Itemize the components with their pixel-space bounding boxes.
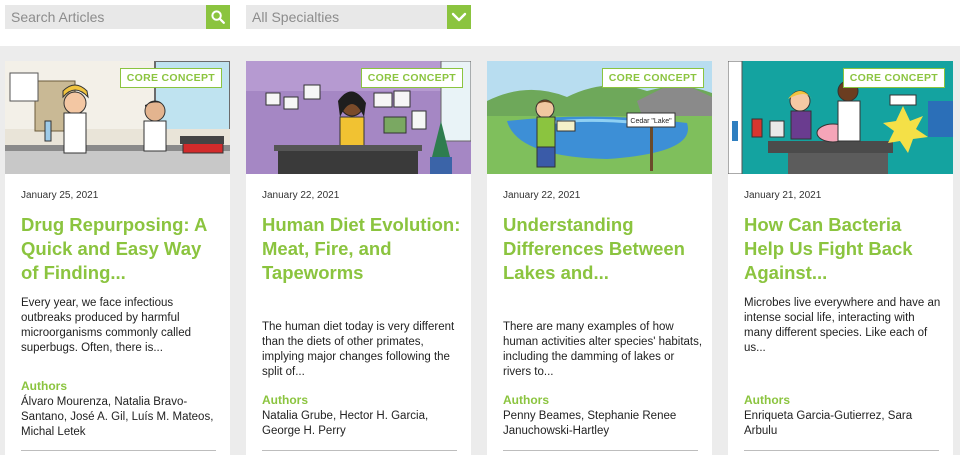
core-concept-badge: CORE CONCEPT	[842, 68, 945, 88]
article-title-link[interactable]: Drug Repurposing: A Quick and Easy Way o…	[21, 213, 221, 285]
article-card[interactable]: CORE CONCEPT January 21, 2021 How Can Ba…	[728, 61, 953, 455]
article-card[interactable]: Cedar "Lake" CORE CONCEPT January 22, 20…	[487, 61, 712, 455]
article-date: January 22, 2021	[503, 190, 581, 201]
card-divider	[262, 450, 457, 451]
core-concept-badge: CORE CONCEPT	[360, 68, 463, 88]
article-title-link[interactable]: Human Diet Evolution: Meat, Fire, and Ta…	[262, 213, 462, 285]
search-input[interactable]	[5, 5, 206, 29]
search-box	[5, 5, 230, 29]
article-authors: Natalia Grube, Hector H. Garcia, George …	[262, 410, 429, 437]
article-title-link[interactable]: How Can Bacteria Help Us Fight Back Agai…	[744, 213, 944, 285]
cedar-lake-sign: Cedar "Lake"	[630, 118, 672, 125]
article-illustration[interactable]: Cedar "Lake" CORE CONCEPT	[487, 61, 712, 174]
card-divider	[744, 450, 939, 451]
article-illustration[interactable]: CORE CONCEPT	[246, 61, 471, 174]
chevron-down-icon	[451, 12, 467, 22]
authors-label: Authors	[744, 393, 790, 407]
article-date: January 25, 2021	[21, 190, 99, 201]
article-excerpt: Every year, we face infectious outbreaks…	[21, 297, 191, 354]
authors-label: Authors	[21, 379, 67, 393]
article-authors: Álvaro Mourenza, Natalia Bravo-Santano, …	[21, 396, 214, 438]
authors-label: Authors	[503, 393, 549, 407]
card-divider	[503, 450, 698, 451]
card-divider	[21, 450, 216, 451]
article-excerpt: Microbes live everywhere and have an int…	[744, 297, 941, 354]
specialty-select[interactable]: All Specialties	[246, 5, 471, 29]
article-excerpt: There are many examples of how human act…	[503, 321, 703, 378]
specialty-dropdown-button[interactable]	[447, 5, 471, 29]
article-authors: Enriqueta Garcia-Gutierrez, Sara Arbulu	[744, 410, 913, 437]
authors-label: Authors	[262, 393, 308, 407]
article-excerpt: The human diet today is very different t…	[262, 321, 455, 378]
core-concept-badge: CORE CONCEPT	[119, 68, 222, 88]
article-authors: Penny Beames, Stephanie Renee Januchowsk…	[503, 410, 677, 437]
article-card[interactable]: CORE CONCEPT January 25, 2021 Drug Repur…	[5, 61, 230, 455]
article-date: January 22, 2021	[262, 190, 340, 201]
specialty-select-value: All Specialties	[252, 9, 340, 25]
article-title-link[interactable]: Understanding Differences Between Lakes …	[503, 213, 703, 285]
search-button[interactable]	[206, 5, 230, 29]
article-illustration[interactable]: CORE CONCEPT	[728, 61, 953, 174]
article-card[interactable]: CORE CONCEPT January 22, 2021 Human Diet…	[246, 61, 471, 455]
article-illustration[interactable]: CORE CONCEPT	[5, 61, 230, 174]
search-icon	[211, 10, 225, 24]
core-concept-badge: CORE CONCEPT	[601, 68, 704, 88]
filter-bar: All Specialties	[0, 0, 960, 46]
article-date: January 21, 2021	[744, 190, 822, 201]
